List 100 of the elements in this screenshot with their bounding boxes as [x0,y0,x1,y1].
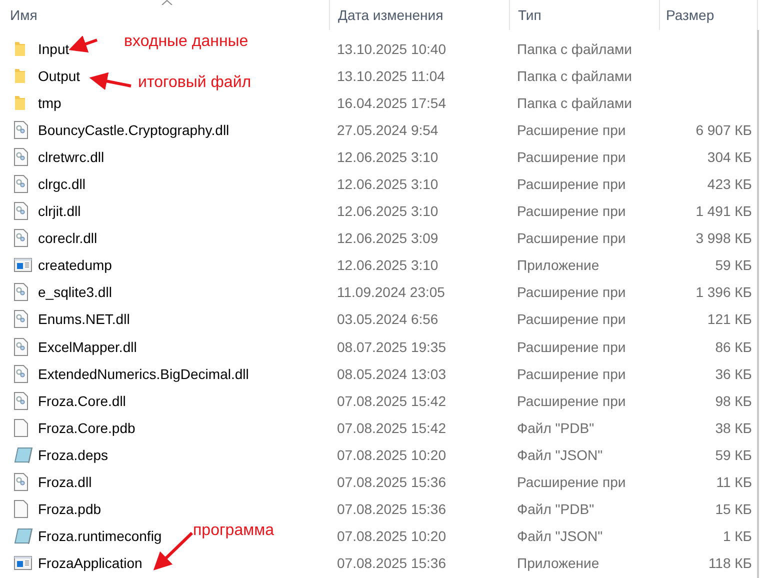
size-cell-text: 1 491 КБ [694,203,753,220]
type-cell-text: Расширение при [516,203,627,220]
file-name[interactable]: Froza.Core.pdb [38,420,136,436]
file-name[interactable]: FrozaApplication [38,555,142,572]
type-cell-text: Папка с файлами [516,68,633,84]
notepad-icon [14,446,34,463]
size-cell-text: 86 КБ [714,338,753,355]
date-cell-text: 13.10.2025 10:40 [336,40,447,57]
type-cell-text: Расширение при [516,392,627,409]
file-icon [14,418,28,437]
type-cell-text: Расширение при [516,176,627,192]
date-cell-text: 13.10.2025 11:04 [336,68,446,84]
type-cell-text: Приложение [516,257,600,274]
type-cell-text: Папка с файлами [516,40,633,57]
notepad-icon [14,528,34,544]
date-cell-text: 11.09.2024 23:05 [336,284,446,300]
file-name[interactable]: Froza.dll [38,474,92,490]
file-icon [14,500,28,518]
file-name[interactable]: ExcelMapper.dll [38,338,137,355]
gear-file-icon [14,338,28,356]
type-cell-text: Файл "PDB" [516,501,596,518]
size-cell-text: 15 КБ [714,501,753,518]
folder-icon [14,40,26,57]
file-name[interactable]: clrjit.dll [38,203,81,220]
type-cell-text: Расширение при [516,284,627,300]
gear-file-icon [14,392,28,410]
file-name[interactable]: Froza.pdb [38,501,102,518]
annotation-label: итоговый файл [138,74,252,92]
size-cell-text: 59 КБ [714,446,753,463]
type-cell-text: Файл "JSON" [516,446,604,463]
date-cell-text: 12.06.2025 3:10 [336,257,440,274]
type-cell-text: Расширение при [516,122,627,138]
date-cell-text: 08.05.2024 13:03 [336,366,447,382]
date-cell-text: 07.08.2025 15:42 [336,420,447,436]
column-header[interactable]: Тип [510,0,660,30]
file-name[interactable]: createdump [38,257,112,274]
type-cell-text: Папка с файлами [516,94,633,111]
column-header[interactable]: Дата изменения [330,0,510,30]
date-cell-text: 08.07.2025 19:35 [336,338,447,355]
date-cell-text: 27.05.2024 9:54 [336,122,440,138]
type-cell-text: Расширение при [516,338,627,355]
date-cell-text: 07.08.2025 10:20 [336,446,447,463]
file-name[interactable]: tmp [38,94,62,111]
annotation-label: программа [193,522,274,540]
date-cell-text: 07.08.2025 15:36 [336,474,447,490]
size-cell-text: 38 КБ [714,420,753,436]
gear-file-icon [14,364,28,383]
arrow [89,72,132,90]
file-name[interactable]: clretwrc.dll [38,148,104,165]
column-header[interactable]: Размер [660,0,758,30]
size-cell-text: 6 907 КБ [694,122,753,138]
arrow [68,36,98,52]
file-name[interactable]: Enums.NET.dll [38,311,130,328]
date-cell-text: 12.06.2025 3:10 [336,203,440,220]
folder-icon [14,68,26,84]
file-name[interactable]: Froza.runtimeconfig [38,528,162,544]
file-name[interactable]: clrgc.dll [38,176,86,192]
type-cell-text: Расширение при [516,230,627,246]
size-cell-text: 423 КБ [706,176,753,192]
date-cell-text: 12.06.2025 3:09 [336,230,440,246]
gear-file-icon [14,473,28,492]
file-name[interactable]: BouncyCastle.Cryptography.dll [38,122,230,138]
date-cell-text: 07.08.2025 10:20 [336,528,447,544]
gear-file-icon [14,175,28,194]
file-name[interactable]: coreclr.dll [38,230,98,246]
type-cell-text: Файл "JSON" [516,528,604,544]
file-name[interactable]: Froza.deps [38,446,108,463]
size-cell-text: 304 КБ [706,148,753,165]
column-header[interactable]: Имя [0,0,330,30]
date-cell-text: 07.08.2025 15:36 [336,501,447,518]
size-cell-text: 118 КБ [707,555,753,572]
file-name[interactable]: ExtendedNumerics.BigDecimal.dll [38,366,249,382]
file-name[interactable]: Input [38,40,70,57]
date-cell-text: 07.08.2025 15:36 [336,555,447,572]
date-cell-text: 16.04.2025 17:54 [336,94,447,111]
gear-file-icon [14,283,28,302]
type-cell-text: Расширение при [516,474,627,490]
size-cell-text: 3 998 КБ [694,230,753,246]
gear-file-icon [14,148,28,166]
type-cell-text: Файл "PDB" [516,420,596,436]
size-cell-text: 1 КБ [722,528,753,544]
file-name[interactable]: e_sqlite3.dll [38,284,112,300]
file-name[interactable]: Output [38,68,80,84]
type-cell-text: Расширение при [516,366,627,382]
sort-icon[interactable] [161,0,173,5]
date-cell-text: 12.06.2025 3:10 [336,176,440,192]
gear-file-icon [14,310,28,328]
gear-file-icon [14,229,28,248]
folder-icon [14,94,26,111]
file-name[interactable]: Froza.Core.dll [38,392,126,409]
size-cell-text: 59 КБ [714,257,753,274]
type-cell-text: Расширение при [516,148,627,165]
app-window-icon [14,258,32,272]
gear-file-icon [14,202,28,220]
type-cell-text: Приложение [516,555,600,572]
annotation-label: входные данные [124,33,248,51]
size-cell-text: 121 КБ [706,311,753,328]
gear-file-icon [14,120,28,139]
type-cell-text: Расширение при [516,311,627,328]
date-cell-text: 03.05.2024 6:56 [336,311,440,328]
